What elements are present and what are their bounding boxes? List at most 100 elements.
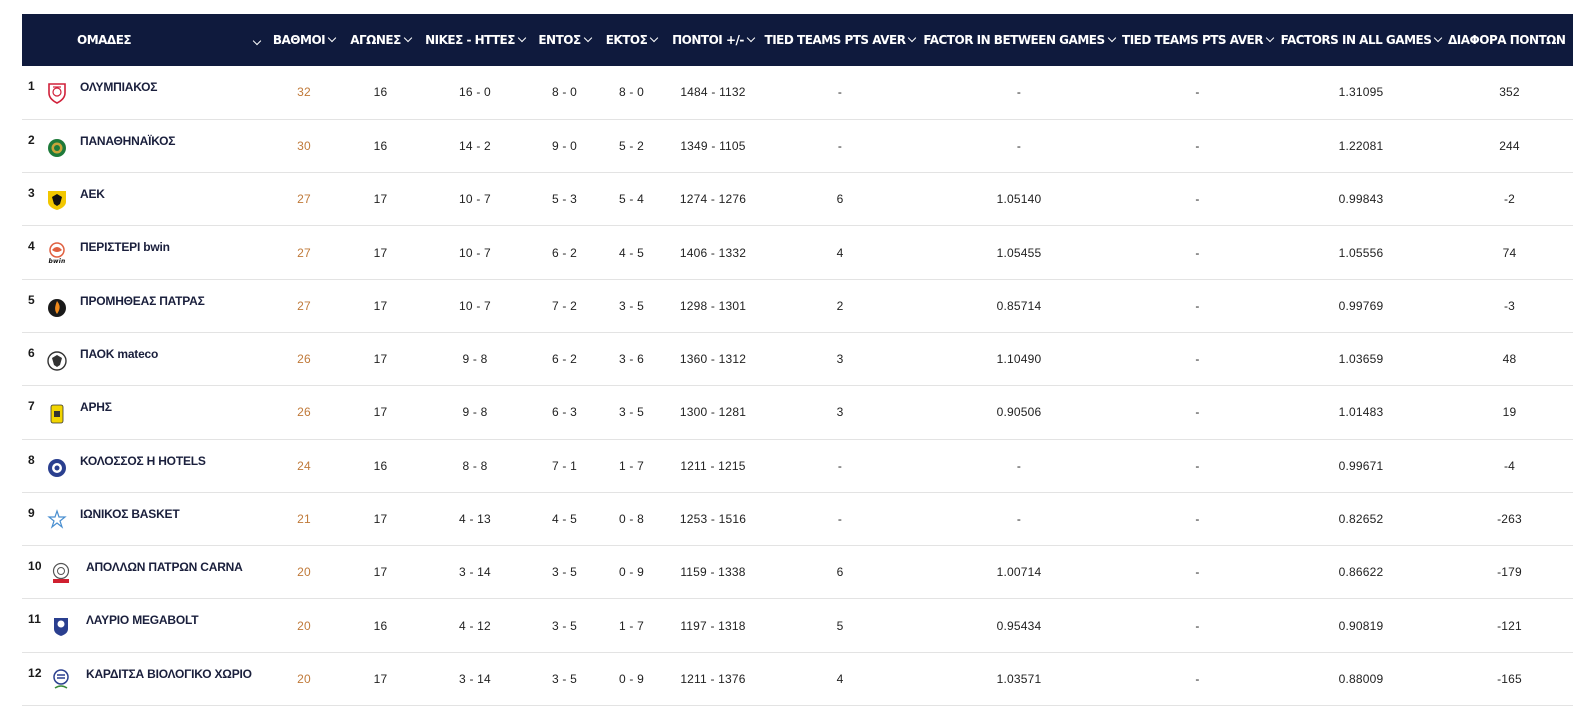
tied-teams-pts-aver-2-cell: - xyxy=(1195,565,1200,580)
ionikos-logo-icon xyxy=(47,508,67,531)
points-diff-cell: -4 xyxy=(1503,458,1516,473)
header-label: FACTOR IN BETWEEN GAMES xyxy=(923,33,1105,47)
rank-number: 11 xyxy=(28,612,42,627)
rank-number: 10 xyxy=(28,559,42,574)
sort-header-team[interactable]: ΟΜΑΔΕΣ xyxy=(22,14,266,66)
sort-header-games[interactable]: ΑΓΩΝΕΣ xyxy=(342,14,419,66)
factor-between-cell: 1.03571 xyxy=(996,671,1042,686)
scores-cell: 1406 - 1332 xyxy=(679,245,747,260)
team-name-link[interactable]: ΑΠΟΛΛΩΝ ΠΑΤΡΩΝ CARNA xyxy=(86,560,243,574)
wins-losses-cell: 10 - 7 xyxy=(459,298,491,313)
sort-header-away[interactable]: ΕΚΤΟΣ xyxy=(598,14,665,66)
away-cell: 0 - 9 xyxy=(618,671,644,686)
away-cell: 5 - 4 xyxy=(618,192,644,207)
sort-header-factor-between-games[interactable]: FACTOR IN BETWEEN GAMES xyxy=(919,14,1119,66)
team-name-link[interactable]: ΚΑΡΔΙΤΣΑ ΒΙΟΛΟΓΙΚΟ ΧΩΡΙΟ xyxy=(86,667,252,681)
chevron-down-icon xyxy=(327,33,337,43)
wins-losses-cell: 16 - 0 xyxy=(459,85,491,100)
team-name-link[interactable]: ΑΡΗΣ xyxy=(80,400,112,414)
aris-logo-icon xyxy=(47,402,67,424)
table-row: 12 ΚΑΡΔΙΤΣΑ ΒΙΟΛΟΓΙΚΟ ΧΩΡΙΟ 20 17 3 - 14 3 - … xyxy=(22,652,1573,706)
table-row: 2 ΠΑΝΑΘΗΝΑΪΚΟΣ 30 16 14 - 2 9 - 0 5 - 2 1349 - … xyxy=(22,119,1573,173)
team-name-link[interactable]: ΛΑΥΡΙΟ MEGABOLT xyxy=(86,613,199,627)
header-label: TIED TEAMS PTS AVER xyxy=(1122,33,1263,47)
away-cell: 0 - 9 xyxy=(618,565,644,580)
chevron-down-icon xyxy=(1434,33,1443,43)
sort-header-home[interactable]: ΕΝΤΟΣ xyxy=(531,14,598,66)
factors-all-cell: 0.90819 xyxy=(1338,618,1384,633)
team-cell: 2 ΠΑΝΑΘΗΝΑΪΚΟΣ xyxy=(22,119,266,172)
header-label: FACTORS IN ALL GAMES xyxy=(1280,33,1432,47)
sort-header-wins-losses[interactable]: ΝΙΚΕΣ - ΗΤΤΕΣ xyxy=(419,14,531,66)
wins-losses-cell: 8 - 8 xyxy=(462,458,488,473)
factor-between-cell: 0.85714 xyxy=(996,298,1042,313)
header-label: ΑΓΩΝΕΣ xyxy=(350,33,401,47)
points-cell: 27 xyxy=(297,298,311,313)
factors-all-cell: 1.05556 xyxy=(1338,245,1384,260)
chevron-down-icon xyxy=(1265,33,1275,43)
table-header-row: ΟΜΑΔΕΣ ΒΑΘΜΟΙ ΑΓΩΝΕΣ ΝΙΚΕΣ - ΗΤΤΕΣ ΕΝΤΟΣ… xyxy=(22,14,1573,66)
home-cell: 7 - 2 xyxy=(551,298,577,313)
team-name-link[interactable]: ΠΑΟΚ mateco xyxy=(80,347,158,361)
rank-number: 6 xyxy=(28,345,35,360)
team-cell: 7 ΑΡΗΣ xyxy=(22,386,266,439)
team-name-link[interactable]: ΚΟΛΟΣΣΟΣ Η HOTELS xyxy=(80,454,206,468)
team-name-link[interactable]: ΑΕΚ xyxy=(80,187,105,201)
scores-cell: 1211 - 1215 xyxy=(680,458,746,473)
home-cell: 3 - 5 xyxy=(551,671,577,686)
header-label: ΕΚΤΟΣ xyxy=(605,33,648,47)
tied-teams-pts-aver-cell: - xyxy=(837,85,843,100)
wins-losses-cell: 3 - 14 xyxy=(459,671,491,686)
team-name-link[interactable]: ΙΩΝΙΚΟΣ BASKET xyxy=(80,507,180,521)
team-cell: 11 ΛΑΥΡΙΟ MEGABOLT xyxy=(22,599,266,652)
games-cell: 16 xyxy=(373,458,388,473)
points-cell: 26 xyxy=(297,352,311,367)
home-cell: 3 - 5 xyxy=(551,565,577,580)
sort-header-tied-teams-pts-aver[interactable]: TIED TEAMS PTS AVER xyxy=(761,14,919,66)
team-name-link[interactable]: ΟΛΥΜΠΙΑΚΟΣ xyxy=(80,80,157,94)
points-cell: 20 xyxy=(297,618,311,633)
team-name-link[interactable]: ΠΕΡΙΣΤΕΡΙ bwin xyxy=(80,240,170,254)
team-cell: 9 ΙΩΝΙΚΟΣ BASKET xyxy=(22,492,266,545)
tied-teams-pts-aver-2-cell: - xyxy=(1195,512,1200,527)
sort-header-scores[interactable]: ΠΟΝΤΟΙ +/- xyxy=(665,14,761,66)
games-cell: 17 xyxy=(373,352,388,367)
factor-between-cell: 0.95434 xyxy=(996,618,1042,633)
points-diff-cell: -121 xyxy=(1497,618,1522,633)
team-name-link[interactable]: ΠΡΟΜΗΘΕΑΣ ΠΑΤΡΑΣ xyxy=(80,294,205,308)
factor-between-cell: - xyxy=(1016,85,1022,100)
rank-number: 7 xyxy=(28,399,35,414)
scores-cell: 1298 - 1301 xyxy=(679,298,747,313)
header-label: ΝΙΚΕΣ - ΗΤΤΕΣ xyxy=(425,33,515,47)
sort-header-points[interactable]: ΒΑΘΜΟΙ xyxy=(266,14,342,66)
factors-all-cell: 1.01483 xyxy=(1338,405,1384,420)
team-name-link[interactable]: ΠΑΝΑΘΗΝΑΪΚΟΣ xyxy=(80,134,175,148)
table-row: 5 ΠΡΟΜΗΘΕΑΣ ΠΑΤΡΑΣ 27 17 10 - 7 7 - 2 3 - 5 129… xyxy=(22,279,1573,333)
games-cell: 16 xyxy=(373,618,388,633)
table-row: 3 ΑΕΚ 27 17 10 - 7 5 - 3 5 - 4 1274 - 1276 6 1.05… xyxy=(22,173,1573,226)
sort-header-tied-teams-pts-aver-2[interactable]: TIED TEAMS PTS AVER xyxy=(1119,14,1276,66)
points-diff-cell: 19 xyxy=(1502,405,1517,420)
header-label: ΠΟΝΤΟΙ +/- xyxy=(672,33,744,47)
tied-teams-pts-aver-2-cell: - xyxy=(1195,458,1200,473)
away-cell: 8 - 0 xyxy=(618,85,644,100)
header-label: TIED TEAMS PTS AVER xyxy=(764,33,906,47)
factor-between-cell: 1.05140 xyxy=(996,192,1042,207)
factor-between-cell: - xyxy=(1016,512,1022,527)
scores-cell: 1349 - 1105 xyxy=(680,138,746,153)
chevron-down-icon xyxy=(403,33,413,43)
factors-all-cell: 0.99671 xyxy=(1338,458,1384,473)
sort-header-factors-all-games[interactable]: FACTORS IN ALL GAMES xyxy=(1276,14,1446,66)
tied-teams-pts-aver-cell: 3 xyxy=(836,352,844,367)
rank-number: 3 xyxy=(28,186,35,201)
points-diff-cell: 74 xyxy=(1502,245,1517,260)
scores-cell: 1484 - 1132 xyxy=(680,85,746,100)
points-cell: 20 xyxy=(297,565,311,580)
wins-losses-cell: 4 - 13 xyxy=(459,512,491,527)
team-cell: 3 ΑΕΚ xyxy=(22,173,266,226)
sort-header-points-diff[interactable]: ΔΙΑΦΟΡΑ ΠΟΝΤΩΝ xyxy=(1446,14,1573,66)
header-label: ΕΝΤΟΣ xyxy=(538,33,581,47)
away-cell: 3 - 6 xyxy=(618,352,644,367)
rank-number: 5 xyxy=(28,292,35,307)
header-label: ΟΜΑΔΕΣ xyxy=(77,33,132,47)
